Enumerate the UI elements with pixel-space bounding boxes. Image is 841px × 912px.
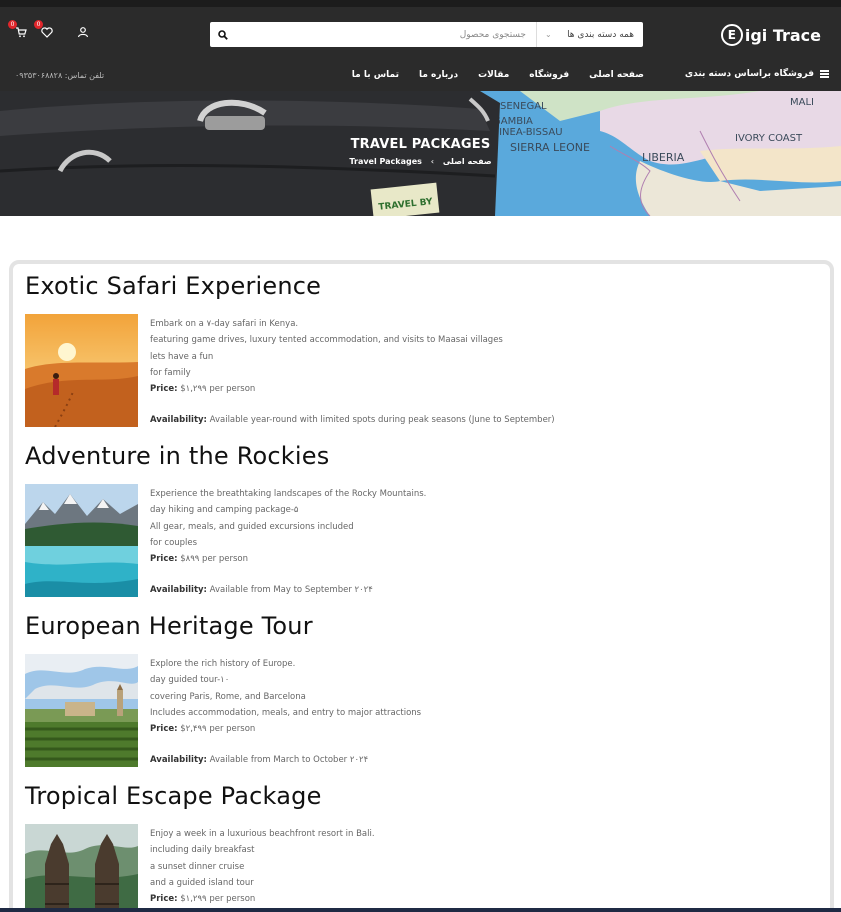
package-description-line: Includes accommodation, meals, and entry…: [150, 707, 422, 718]
logo-mark: E: [720, 24, 743, 46]
availability-label: Availability:: [150, 585, 207, 596]
package-price: Price: $۸۹۹ per person: [150, 551, 750, 567]
package-description-line: for family: [150, 367, 191, 378]
nav-link-about[interactable]: درباره ما: [419, 70, 458, 80]
map-label-senegal: SENEGAL: [500, 101, 547, 112]
cart-icon[interactable]: 0: [8, 20, 28, 39]
package-description-line: Experience the breathtaking landscapes o…: [150, 489, 427, 499]
map-label-mali: MALI: [790, 97, 814, 108]
category-menu-button[interactable]: فروشگاه براساس دسته بندی: [685, 69, 829, 79]
package-description-line: Embark on a ۷-day safari in Kenya.: [150, 319, 299, 329]
packages-card: Exotic Safari Experience Embark on a ۷-d…: [9, 260, 834, 912]
package-image-safari: [25, 314, 138, 427]
cart-count-badge: 0: [8, 20, 17, 29]
package-price: Price: $۱,۲۹۹ per person: [150, 381, 750, 397]
site-header: 0 0 همه دسته بندی ها ⌄ E igi Trace: [0, 7, 841, 61]
package-description-line: a sunset dinner cruise: [150, 861, 245, 872]
package-price: Price: $۱,۲۹۹ per person: [150, 891, 750, 907]
wishlist-count-badge: 0: [34, 20, 43, 29]
package-description-line: day hiking and camping package-۵: [150, 505, 299, 516]
package-description-line: for couples: [150, 537, 198, 548]
contact-phone: تلفن تماس: ۰۹۳۵۳۰۶۸۸۲۸: [15, 71, 105, 80]
breadcrumb: صفحه اصلی › Travel Packages: [0, 157, 841, 166]
availability-value: Available from March to October ۲۰۲۴: [209, 755, 369, 766]
nav-link-shop[interactable]: فروشگاه: [529, 70, 569, 80]
search-button[interactable]: [210, 22, 236, 47]
hero-banner: SENEGAL GAMBIA GUINEA-BISSAU SIERRA LEON…: [0, 91, 841, 216]
heart-icon[interactable]: 0: [34, 20, 54, 39]
package-description-line: including daily breakfast: [150, 845, 255, 856]
price-value: $۲,۴۹۹ per person: [180, 724, 256, 735]
availability-label: Availability:: [150, 415, 207, 426]
package-details: Explore the rich history of Europe. day …: [150, 656, 750, 769]
logo-text: igi Trace: [744, 25, 821, 45]
nav-link-articles[interactable]: مقالات: [478, 70, 509, 80]
category-select[interactable]: همه دسته بندی ها ⌄: [536, 22, 643, 47]
chevron-down-icon: ⌄: [545, 30, 552, 39]
nav-links: صفحه اصلی فروشگاه مقالات درباره ما تماس …: [352, 70, 644, 80]
breadcrumb-separator: ›: [430, 157, 435, 166]
main-nav: فروشگاه براساس دسته بندی صفحه اصلی فروشگ…: [0, 61, 841, 91]
breadcrumb-home[interactable]: صفحه اصلی: [443, 157, 492, 166]
menu-icon: [820, 70, 829, 78]
package-description-line: All gear, meals, and guided excursions i…: [150, 521, 354, 532]
header-icons: 0 0: [8, 20, 90, 39]
price-label: Price:: [150, 894, 178, 905]
package-description-line: and a guided island tour: [150, 877, 254, 888]
availability-value: Available year-round with limited spots …: [209, 415, 555, 426]
nav-link-contact[interactable]: تماس با ما: [352, 70, 399, 80]
package-description-line: covering Paris, Rome, and Barcelona: [150, 691, 306, 702]
page-title: TRAVEL PACKAGES: [350, 137, 491, 152]
category-select-label: همه دسته بندی ها: [567, 29, 634, 40]
availability-label: Availability:: [150, 755, 207, 766]
package-image-bali: [25, 824, 138, 912]
package-description-line: featuring game drives, luxury tented acc…: [150, 335, 503, 346]
package-title: Adventure in the Rockies: [25, 442, 330, 470]
package-image-rockies: [25, 484, 138, 597]
hero-background-image: SENEGAL GAMBIA GUINEA-BISSAU SIERRA LEON…: [0, 91, 841, 216]
price-label: Price:: [150, 724, 178, 735]
price-value: $۱,۲۹۹ per person: [180, 894, 256, 905]
package-availability: Availability: Available from May to Sept…: [150, 582, 750, 598]
package-title: European Heritage Tour: [25, 612, 313, 640]
package-title: Tropical Escape Package: [25, 782, 322, 810]
user-icon[interactable]: [76, 25, 90, 39]
package-availability: Availability: Available year-round with …: [150, 412, 750, 428]
package-details: Enjoy a week in a luxurious beachfront r…: [150, 826, 750, 912]
price-label: Price:: [150, 554, 178, 565]
package-description-line: lets have a fun: [150, 351, 214, 362]
price-value: $۸۹۹ per person: [180, 554, 249, 565]
package-availability: Availability: Available from March to Oc…: [150, 752, 750, 768]
availability-value: Available from May to September ۲۰۲۴: [209, 585, 373, 596]
search-icon: [218, 29, 228, 40]
package-image-europe: [25, 654, 138, 767]
top-strip: [0, 0, 841, 7]
category-menu-label: فروشگاه براساس دسته بندی: [684, 69, 814, 79]
package-description-line: Enjoy a week in a luxurious beachfront r…: [150, 829, 375, 839]
search-bar: همه دسته بندی ها ⌄: [210, 22, 643, 47]
package-title: Exotic Safari Experience: [25, 272, 322, 300]
package-description-line: day guided tour-۱۰: [150, 675, 230, 686]
price-value: $۱,۲۹۹ per person: [180, 384, 256, 395]
search-input[interactable]: [236, 22, 536, 47]
package-details: Experience the breathtaking landscapes o…: [150, 486, 750, 599]
package-price: Price: $۲,۴۹۹ per person: [150, 721, 750, 737]
nav-link-home[interactable]: صفحه اصلی: [589, 70, 644, 80]
price-label: Price:: [150, 384, 178, 395]
breadcrumb-current: Travel Packages: [349, 157, 422, 166]
package-description-line: Explore the rich history of Europe.: [150, 659, 296, 669]
site-logo[interactable]: E igi Trace: [720, 23, 821, 47]
package-details: Embark on a ۷-day safari in Kenya. featu…: [150, 316, 750, 429]
bottom-strip: [0, 908, 841, 912]
